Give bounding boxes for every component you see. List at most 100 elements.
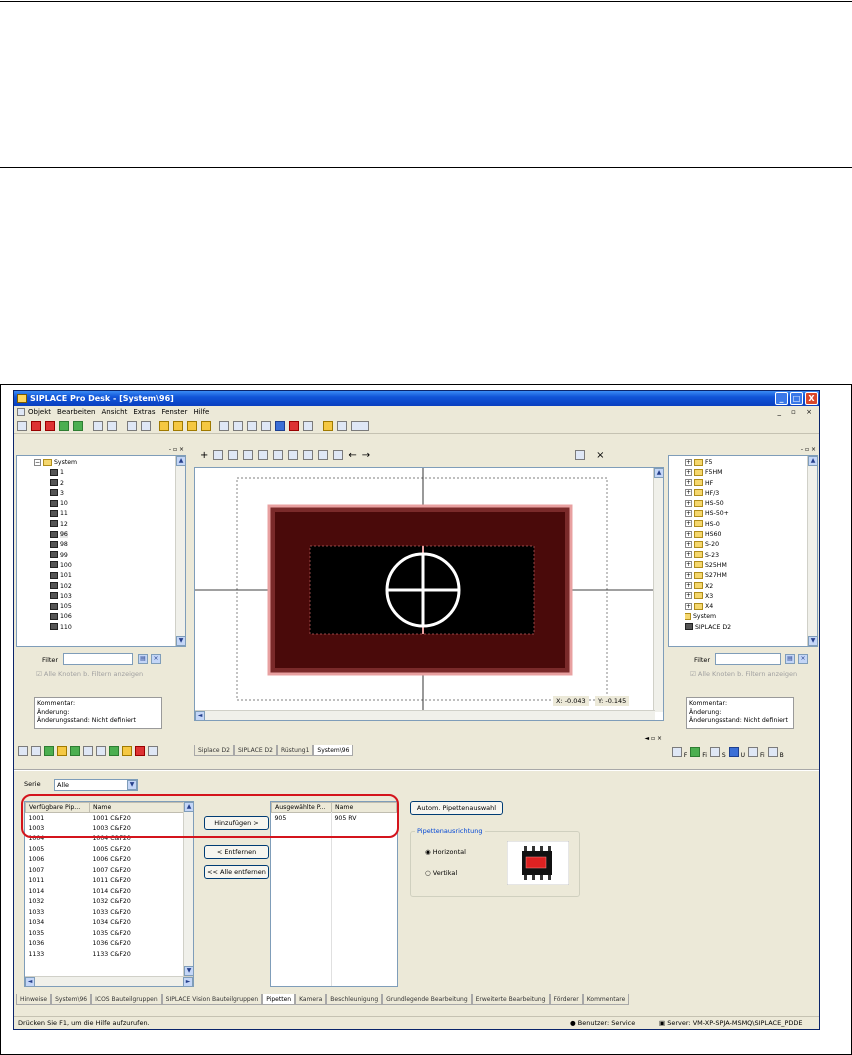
menu-bearbeiten[interactable]: Bearbeiten [54,406,98,418]
redo-icon[interactable] [107,420,117,431]
tree-item[interactable]: + HS-50 [685,499,805,509]
scroll-up-icon[interactable]: ▲ [176,456,186,466]
collapse-icon[interactable]: − [34,458,41,466]
minimize-button[interactable]: _ [775,392,788,405]
insert-icon[interactable] [31,420,41,431]
table-row[interactable]: 1011 1011 C&F20 [26,876,185,887]
tab-hinweise[interactable]: Hinweise [16,994,52,1005]
tab-icos[interactable]: ICOS Bauteilgruppen [91,994,162,1005]
check-icon[interactable] [59,420,69,431]
list-icon[interactable] [148,746,158,756]
machine-edit-icon[interactable] [173,420,183,431]
filter-input[interactable] [63,653,133,665]
expand-icon[interactable]: + [685,509,692,517]
table-row[interactable]: 1006 1006 C&F20 [26,855,185,866]
updown-icon[interactable] [73,420,83,431]
view-icon[interactable] [18,746,28,756]
arrow-right-icon[interactable]: → [362,450,370,461]
tree-item[interactable]: 100 [20,561,175,571]
window-icon[interactable] [127,420,137,431]
frame-icon[interactable] [303,420,313,431]
tree-item[interactable]: + S27HM [685,571,805,581]
expand-icon[interactable]: + [685,540,692,548]
setup-icon[interactable] [96,746,106,756]
canvas-hscrollbar[interactable]: ◄ [195,710,655,720]
tab-siplace-d2[interactable]: Siplace D2 [194,745,234,756]
tree-item[interactable]: 102 [20,582,175,592]
tab-fi[interactable]: Fi [690,747,707,759]
remove-all-button[interactable]: << Alle entfernen [204,865,269,879]
component-canvas[interactable]: X: -0.043 Y: -0.145 ▲ ◄ [194,467,664,721]
tree-item[interactable]: 105 [20,602,175,612]
pan-icon[interactable] [275,420,285,431]
tree-item[interactable]: + S25HM [685,561,805,571]
tab-erweiterte[interactable]: Erweiterte Bearbeitung [471,994,550,1005]
tree-item[interactable]: 106 [20,612,175,622]
tab-f[interactable]: F [672,747,687,759]
job-icon[interactable] [109,746,119,756]
filter-clear-icon[interactable]: × [798,654,808,664]
page-icon[interactable] [273,450,284,460]
tab-siplace-d2-b[interactable]: SIPLACE D2 [233,745,277,756]
tree-item[interactable]: 10 [20,499,175,509]
tree-item[interactable]: + HF [685,479,805,489]
tree-item[interactable]: + S-23 [685,551,805,561]
zoom-in-icon[interactable] [233,420,243,431]
undo-icon[interactable] [93,420,103,431]
maximize-button[interactable]: □ [790,392,803,405]
scroll-up-icon[interactable]: ▲ [808,456,818,466]
left-tree-scrollbar[interactable]: ▲ ▼ [175,456,186,646]
tree-item[interactable]: 2 [20,479,175,489]
grid-icon[interactable] [228,450,239,460]
right-filter-checkbox[interactable]: ☑ Alle Knoten b. Filtern anzeigen [690,670,797,678]
menu-extras[interactable]: Extras [130,406,158,418]
dots-c-icon[interactable] [333,450,344,460]
close-button[interactable]: X [805,392,818,405]
tree-item[interactable]: 103 [20,592,175,602]
radio-horizontal[interactable]: ◉ Horizontal [425,848,466,856]
expand-icon[interactable]: + [685,571,692,579]
expand-icon[interactable]: + [685,468,692,476]
scroll-left-icon[interactable]: ◄ [25,977,35,986]
tab-system-96[interactable]: System\96 [313,745,354,756]
eye-icon[interactable] [213,450,224,460]
tree-item[interactable]: 12 [20,520,175,530]
tree-item[interactable]: + X4 [685,602,805,612]
filter-apply-icon[interactable]: ▤ [138,654,148,664]
table-row[interactable]: 1036 1036 C&F20 [26,939,185,950]
nozzle-icon[interactable] [44,746,54,756]
line-icon[interactable] [83,746,93,756]
expand-icon[interactable]: + [685,530,692,538]
db-icon[interactable] [337,420,347,431]
tab-grundlegende[interactable]: Grundlegende Bearbeitung [382,994,472,1005]
tab-system96[interactable]: System\96 [51,994,92,1005]
table-row[interactable]: 1133 1133 C&F20 [26,949,185,960]
right-filter-input[interactable] [715,653,781,665]
right-tree-scrollbar[interactable]: ▲ ▼ [807,456,818,646]
title-bar[interactable]: SIPLACE Pro Desk - [System\96] _ □ X [14,391,819,406]
table-row[interactable]: 1032 1032 C&F20 [26,897,185,908]
board-icon[interactable] [70,746,80,756]
tree-item[interactable]: + X2 [685,582,805,592]
tab-b[interactable]: B [767,747,784,759]
machine-add-icon[interactable] [159,420,169,431]
canvas-vscrollbar[interactable]: ▲ [653,468,663,712]
tab-ruestung1[interactable]: Rüstung1 [276,745,314,756]
filter-clear-icon[interactable]: × [151,654,161,664]
menu-objekt[interactable]: Objekt [25,406,54,418]
table-row[interactable]: 1035 1035 C&F20 [26,928,185,939]
expand-icon[interactable]: + [685,551,692,559]
tree-item[interactable]: 110 [20,623,175,633]
table-row[interactable]: 1014 1014 C&F20 [26,886,185,897]
scroll-down-icon[interactable]: ▼ [808,636,818,646]
tab-vision[interactable]: SIPLACE Vision Bauteilgruppen [161,994,263,1005]
tab-kommentare[interactable]: Kommentare [582,994,630,1005]
tree-item[interactable]: + F5HM [685,468,805,478]
scroll-down-icon[interactable]: ▼ [184,966,193,976]
component-icon[interactable] [122,746,132,756]
filter-apply-icon[interactable]: ▤ [785,654,795,664]
tree-item[interactable]: + F5 [685,458,805,468]
split-icon[interactable] [45,420,55,431]
table-row[interactable]: 1007 1007 C&F20 [26,865,185,876]
scroll-up-icon[interactable]: ▲ [654,468,663,478]
